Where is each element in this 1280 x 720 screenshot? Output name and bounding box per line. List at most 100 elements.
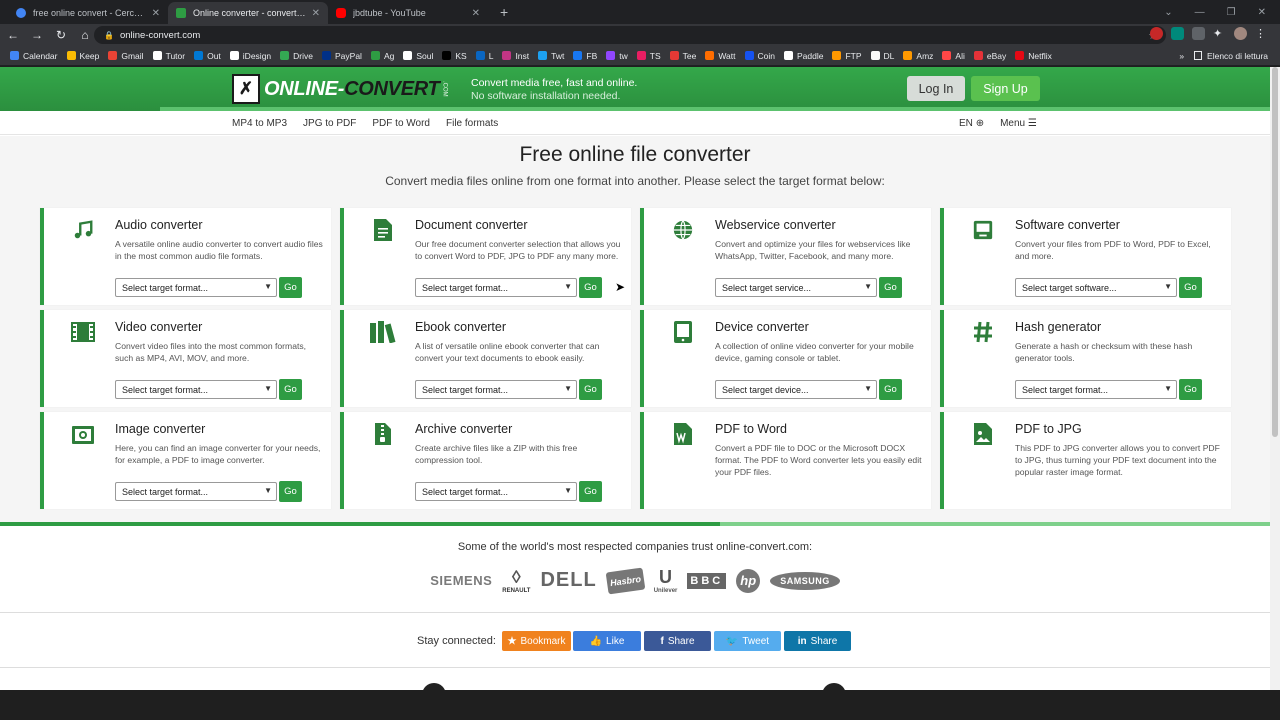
- go-button[interactable]: Go: [1179, 277, 1202, 298]
- bookmark-item[interactable]: Netflix: [1015, 51, 1052, 61]
- bookmark-item[interactable]: Calendar: [10, 51, 58, 61]
- go-button[interactable]: Go: [879, 379, 902, 400]
- go-button[interactable]: Go: [1179, 379, 1202, 400]
- card-title[interactable]: Document converter: [415, 218, 528, 232]
- puzzle-icon[interactable]: ✦: [1213, 27, 1226, 40]
- card-title[interactable]: Audio converter: [115, 218, 203, 232]
- new-tab-button[interactable]: +: [500, 2, 508, 24]
- social-tweet-button[interactable]: 🐦 Tweet: [714, 631, 781, 651]
- card-title[interactable]: PDF to Word: [715, 422, 787, 436]
- lock-icon[interactable]: 🔒: [104, 31, 114, 40]
- target-format-select[interactable]: Select target device... ▼: [715, 380, 877, 399]
- target-format-select[interactable]: Select target format... ▼: [1015, 380, 1177, 399]
- bookmark-item[interactable]: Tutor: [152, 51, 185, 61]
- bookmark-item[interactable]: Drive: [280, 51, 313, 61]
- target-format-select[interactable]: Select target format... ▼: [115, 380, 277, 399]
- extension-icon[interactable]: [1150, 27, 1163, 40]
- extension-icon[interactable]: [1192, 27, 1205, 40]
- bookmark-item[interactable]: Out: [194, 51, 221, 61]
- avatar[interactable]: [1234, 27, 1247, 40]
- social-like-button[interactable]: 👍 Like: [573, 631, 641, 651]
- bookmark-item[interactable]: Soul: [403, 51, 433, 61]
- back-arrow-icon[interactable]: ←: [2, 28, 24, 42]
- scrollbar-thumb[interactable]: [1272, 67, 1278, 437]
- tab-search-icon[interactable]: ⌄: [1164, 7, 1172, 18]
- go-button[interactable]: Go: [279, 481, 302, 502]
- bookmark-item[interactable]: FTP: [832, 51, 862, 61]
- bookmark-item[interactable]: iDesign: [229, 51, 271, 61]
- bookmark-item[interactable]: eBay: [973, 51, 1006, 61]
- bookmark-item[interactable]: Gmail: [108, 51, 144, 61]
- menu-kebab-icon[interactable]: ⋮: [1255, 27, 1266, 40]
- target-format-select[interactable]: Select target software... ▼: [1015, 278, 1177, 297]
- menu-button[interactable]: Menu ☰: [1000, 118, 1037, 129]
- nav-link-mp4-to-mp3[interactable]: MP4 to MP3: [232, 118, 287, 129]
- nav-link-pdf-to-word[interactable]: PDF to Word: [372, 118, 430, 129]
- card-title[interactable]: Video converter: [115, 320, 202, 334]
- target-format-select[interactable]: Select target format... ▼: [415, 482, 577, 501]
- go-button[interactable]: Go: [279, 277, 302, 298]
- signup-button[interactable]: Sign Up: [971, 76, 1040, 101]
- browser-tab-active[interactable]: Online converter - convert video ✕: [168, 2, 328, 24]
- home-icon[interactable]: ⌂: [74, 28, 96, 42]
- target-format-select[interactable]: Select target format... ▼: [415, 278, 577, 297]
- reading-list-label[interactable]: Elenco di lettura: [1207, 51, 1268, 61]
- bookmark-item[interactable]: FB: [573, 51, 597, 61]
- more-bookmarks-icon[interactable]: »: [1179, 51, 1184, 61]
- go-button[interactable]: Go: [879, 277, 902, 298]
- close-tab-icon[interactable]: ✕: [472, 8, 480, 19]
- close-tab-icon[interactable]: ✕: [312, 8, 320, 19]
- go-button[interactable]: Go: [579, 379, 602, 400]
- card-title[interactable]: Image converter: [115, 422, 205, 436]
- bookmark-item[interactable]: KS: [442, 51, 467, 61]
- page-scrollbar[interactable]: [1270, 67, 1280, 690]
- target-format-select[interactable]: Select target format... ▼: [415, 380, 577, 399]
- card-title[interactable]: Device converter: [715, 320, 809, 334]
- social-share-button[interactable]: in Share: [784, 631, 851, 651]
- bookmark-item[interactable]: Inst: [502, 51, 529, 61]
- close-window-icon[interactable]: ✕: [1258, 7, 1266, 18]
- browser-tab[interactable]: jbdtube - YouTube ✕: [328, 2, 488, 24]
- bookmark-item[interactable]: Coin: [744, 51, 775, 61]
- reading-list-icon[interactable]: [1194, 51, 1203, 60]
- restore-icon[interactable]: ❐: [1227, 7, 1236, 18]
- target-format-select[interactable]: Select target format... ▼: [115, 482, 277, 501]
- card-title[interactable]: Webservice converter: [715, 218, 836, 232]
- card-title[interactable]: Archive converter: [415, 422, 512, 436]
- card-title[interactable]: PDF to JPG: [1015, 422, 1082, 436]
- close-tab-icon[interactable]: ✕: [152, 8, 160, 19]
- nav-link-file-formats[interactable]: File formats: [446, 118, 498, 129]
- bookmark-item[interactable]: L: [475, 51, 493, 61]
- target-format-select[interactable]: Select target service... ▼: [715, 278, 877, 297]
- bookmark-item[interactable]: tw: [606, 51, 628, 61]
- card-title[interactable]: Hash generator: [1015, 320, 1101, 334]
- social-share-button[interactable]: f Share: [644, 631, 711, 651]
- bookmark-item[interactable]: Paddle: [784, 51, 823, 61]
- target-format-select[interactable]: Select target format... ▼: [115, 278, 277, 297]
- bookmark-item[interactable]: Ali: [942, 51, 965, 61]
- forward-arrow-icon[interactable]: →: [26, 28, 48, 42]
- social-bookmark-button[interactable]: ★ Bookmark: [502, 631, 571, 651]
- card-title[interactable]: Ebook converter: [415, 320, 506, 334]
- card-title[interactable]: Software converter: [1015, 218, 1120, 232]
- go-button[interactable]: Go: [279, 379, 302, 400]
- login-button[interactable]: Log In: [907, 76, 965, 101]
- site-logo[interactable]: ✗ ONLINE-CONVERT .COM: [232, 73, 460, 105]
- minimize-icon[interactable]: —: [1195, 7, 1205, 18]
- bookmark-item[interactable]: Keep: [66, 51, 99, 61]
- reload-icon[interactable]: ↻: [50, 28, 72, 42]
- bookmark-item[interactable]: DL: [870, 51, 894, 61]
- bookmark-item[interactable]: Amz: [903, 51, 933, 61]
- browser-tab[interactable]: free online convert - Cerca con G ✕: [8, 2, 168, 24]
- language-selector[interactable]: EN ⊕: [959, 118, 984, 129]
- address-bar[interactable]: 🔒 online-convert.com ☆: [94, 26, 1166, 44]
- bookmark-item[interactable]: PayPal: [322, 51, 362, 61]
- bookmark-item[interactable]: Watt: [705, 51, 736, 61]
- nav-link-jpg-to-pdf[interactable]: JPG to PDF: [303, 118, 356, 129]
- go-button[interactable]: Go: [579, 481, 602, 502]
- bookmark-item[interactable]: TS: [636, 51, 661, 61]
- bookmark-item[interactable]: Twt: [538, 51, 564, 61]
- extension-icon[interactable]: [1171, 27, 1184, 40]
- bookmark-item[interactable]: Tee: [669, 51, 696, 61]
- go-button[interactable]: Go: [579, 277, 602, 298]
